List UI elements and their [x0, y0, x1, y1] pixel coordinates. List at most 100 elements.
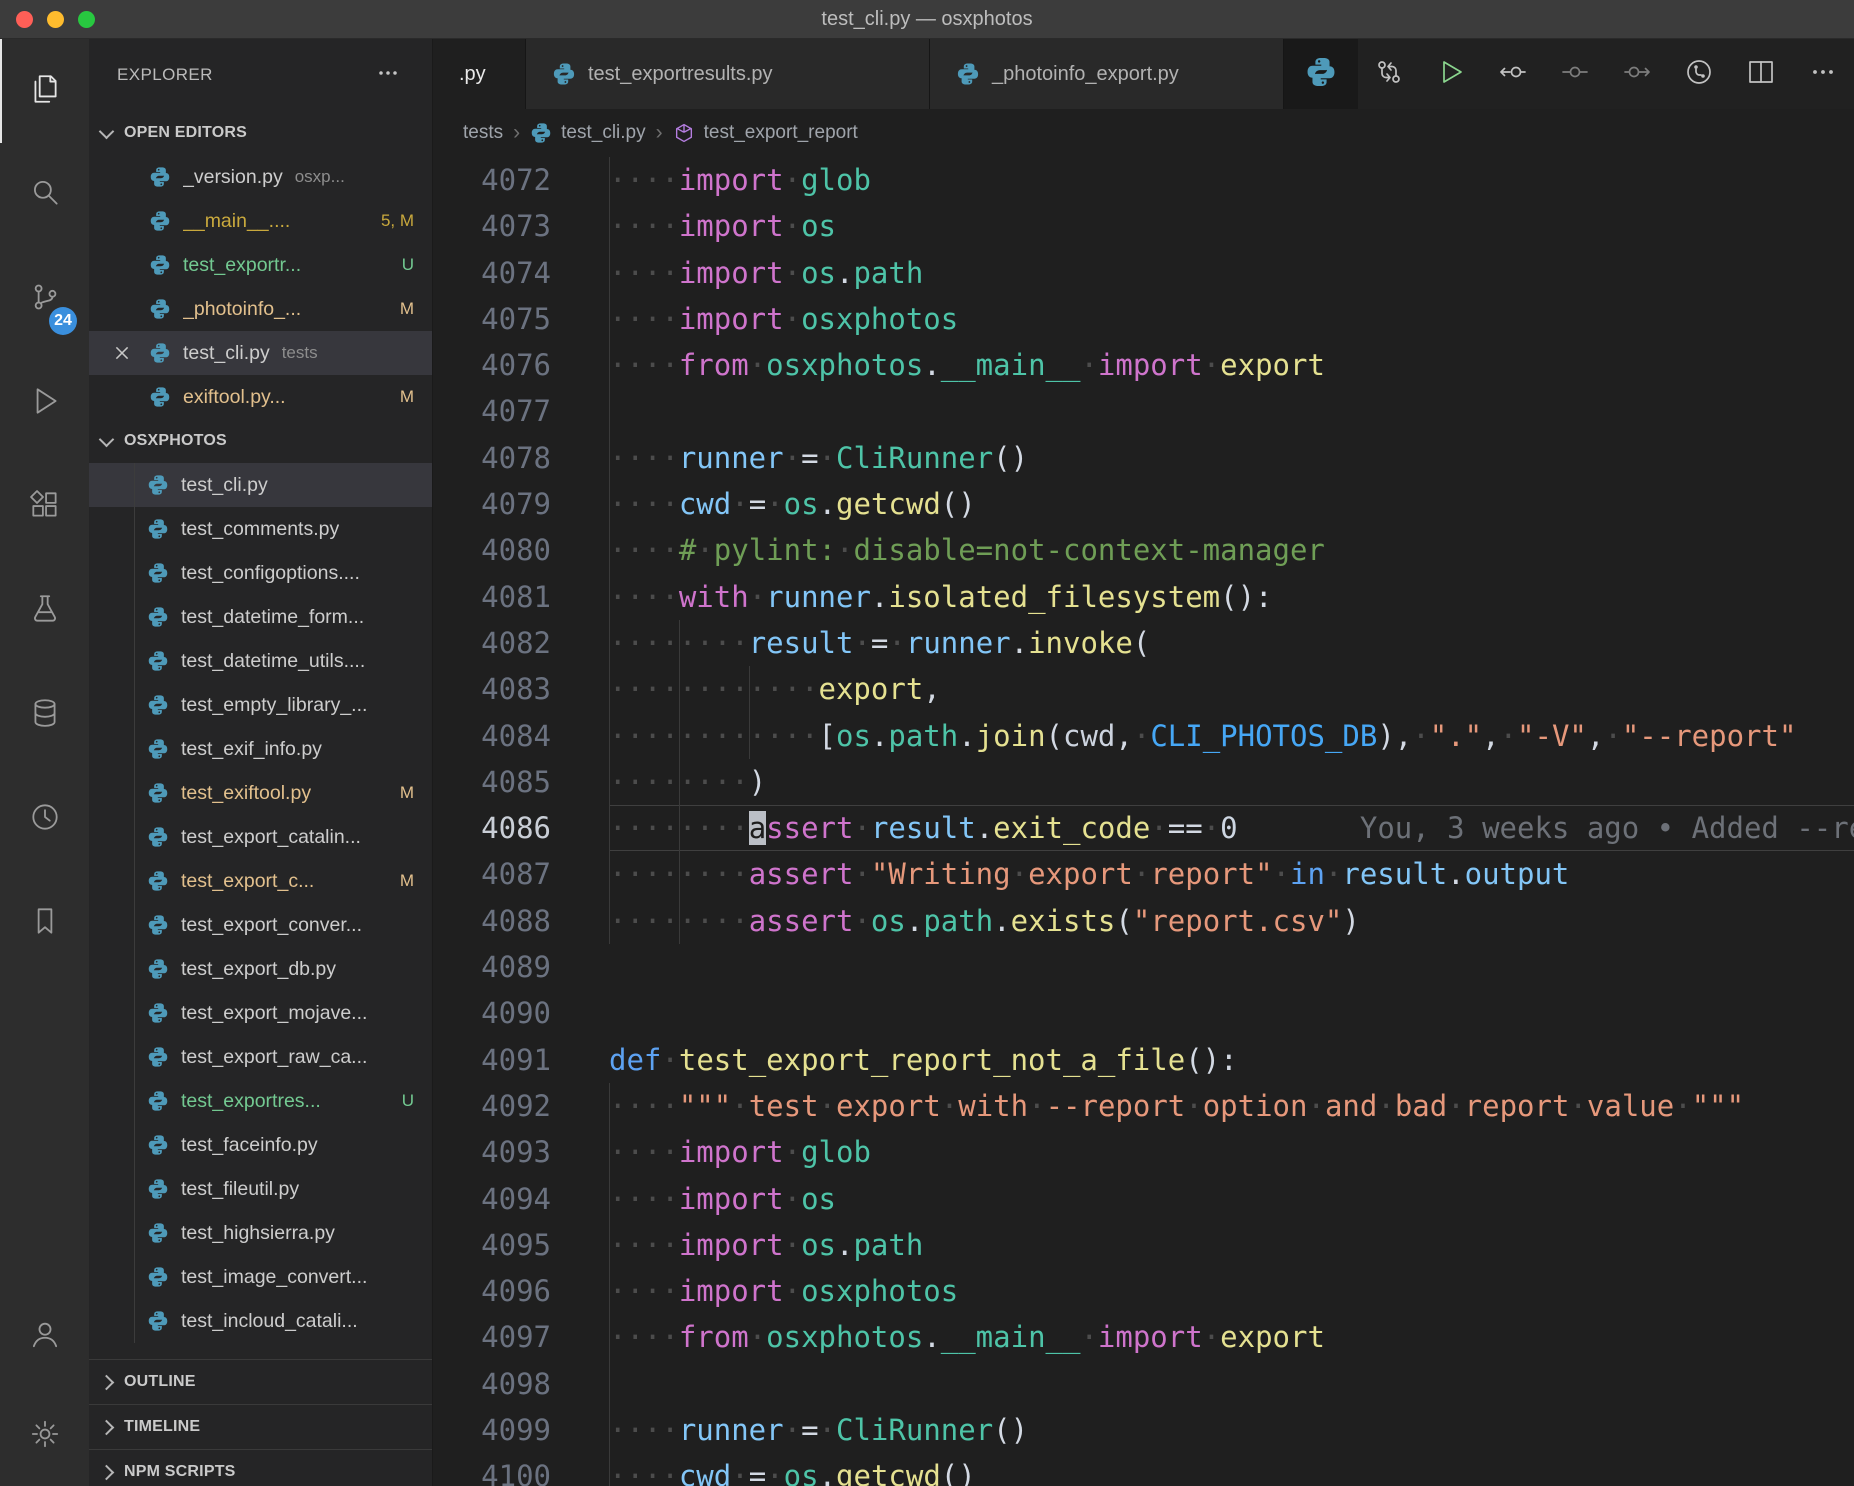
open-changes-button[interactable]	[1358, 39, 1420, 109]
code-line[interactable]: ····with·runner.isolated_filesystem():	[609, 574, 1854, 620]
file-history-button[interactable]	[1668, 39, 1730, 109]
code-line[interactable]: ········assert·"Writing·export·report"·i…	[609, 851, 1854, 897]
activity-extensions-button[interactable]	[0, 455, 89, 559]
code-line[interactable]: ····import·glob	[609, 157, 1854, 203]
tree-item[interactable]: test_configoptions....	[89, 551, 432, 595]
code-line[interactable]: ····from·osxphotos.__main__·import·expor…	[609, 342, 1854, 388]
tab-label: _photoinfo_export.py	[992, 63, 1179, 86]
breadcrumb-item[interactable]: test_export_report	[673, 122, 858, 144]
code-editor[interactable]: 4072····import·glob4073····import·os4074…	[433, 157, 1854, 1486]
tree-item[interactable]: test_export_c...M	[89, 859, 432, 903]
tree-item[interactable]: test_datetime_utils....	[89, 639, 432, 683]
nav-current-button[interactable]	[1544, 39, 1606, 109]
editor-tab[interactable]: test_exportresults.py	[526, 39, 930, 109]
code-line[interactable]: ····import·glob	[609, 1129, 1854, 1175]
tree-item[interactable]: test_comments.py	[89, 507, 432, 551]
code-line[interactable]: ····import·os	[609, 1176, 1854, 1222]
tree-item[interactable]: test_incloud_catali...	[89, 1299, 432, 1343]
nav-back-button[interactable]	[1482, 39, 1544, 109]
code-line[interactable]: ········assert·result.exit_code·==·0You,…	[609, 805, 1854, 851]
activity-history-button[interactable]	[0, 767, 89, 871]
breadcrumb-item[interactable]: tests	[463, 122, 503, 144]
code-line[interactable]: ····runner·=·CliRunner()	[609, 435, 1854, 481]
explorer-icon	[28, 72, 62, 111]
section-header-npm-scripts[interactable]: NPM SCRIPTS	[89, 1449, 432, 1486]
code-line[interactable]: ····from·osxphotos.__main__·import·expor…	[609, 1314, 1854, 1360]
tree-item[interactable]: test_export_conver...	[89, 903, 432, 947]
more-actions-icon[interactable]	[374, 59, 402, 92]
split-editor-button[interactable]	[1730, 39, 1792, 109]
tree-item[interactable]: test_exportres...U	[89, 1079, 432, 1123]
code-line[interactable]: ····#·pylint:·disable=not-context-manage…	[609, 527, 1854, 573]
code-line[interactable]: ········)	[609, 759, 1854, 805]
tree-item[interactable]: test_datetime_form...	[89, 595, 432, 639]
code-line[interactable]: def·test_export_report_not_a_file():	[609, 1037, 1854, 1083]
close-icon[interactable]	[113, 344, 149, 362]
section-header-timeline[interactable]: TIMELINE	[89, 1404, 432, 1449]
nav-forward-button[interactable]	[1606, 39, 1668, 109]
activity-run-debug-button[interactable]	[0, 351, 89, 455]
zoom-window-button[interactable]	[78, 11, 95, 28]
activity-search-button[interactable]	[0, 143, 89, 247]
file-name: test_highsierra.py	[181, 1222, 335, 1245]
whitespace-dots: ····	[609, 1413, 679, 1447]
section-header-open-editors[interactable]: OPEN EDITORS	[89, 111, 432, 155]
section-header-outline[interactable]: OUTLINE	[89, 1359, 432, 1404]
code-line-row: 4099····runner·=·CliRunner()	[433, 1407, 1854, 1453]
code-line[interactable]: ····cwd·=·os.getcwd()	[609, 481, 1854, 527]
code-line[interactable]: ····import·os	[609, 203, 1854, 249]
code-line[interactable]: ····cwd·=·os.getcwd()	[609, 1453, 1854, 1486]
code-line[interactable]: ····import·osxphotos	[609, 1268, 1854, 1314]
code-line[interactable]: ····import·os.path	[609, 1222, 1854, 1268]
open-editor-item[interactable]: test_exportr...U	[89, 243, 432, 287]
close-window-button[interactable]	[16, 11, 33, 28]
open-editor-item[interactable]: _photoinfo_...M	[89, 287, 432, 331]
tree-item[interactable]: test_image_convert...	[89, 1255, 432, 1299]
code-line[interactable]: ····"""·test·export·with·--report·option…	[609, 1083, 1854, 1129]
code-line[interactable]	[609, 1361, 1854, 1407]
tree-item[interactable]: test_export_mojave...	[89, 991, 432, 1035]
editor-tab[interactable]: .py	[433, 39, 526, 109]
code-line[interactable]: ············[os.path.join(cwd,·CLI_PHOTO…	[609, 713, 1854, 759]
breadcrumb-item[interactable]: test_cli.py	[530, 122, 645, 144]
activity-bookmarks-button[interactable]	[0, 871, 89, 975]
code-line[interactable]: ········assert·os.path.exists("report.cs…	[609, 898, 1854, 944]
code-line[interactable]: ········result·=·runner.invoke(	[609, 620, 1854, 666]
open-editor-item[interactable]: _version.pyosxp...	[89, 155, 432, 199]
tree-item[interactable]: test_export_catalin...	[89, 815, 432, 859]
section-header-project[interactable]: OSXPHOTOS	[89, 419, 432, 463]
code-line[interactable]: ············export,	[609, 666, 1854, 712]
more-actions-button[interactable]	[1792, 39, 1854, 109]
tree-item[interactable]: test_cli.py	[89, 463, 432, 507]
run-file-button[interactable]	[1420, 39, 1482, 109]
tree-item[interactable]: test_exif_info.py	[89, 727, 432, 771]
activity-source-control-button[interactable]: 24	[0, 247, 89, 351]
open-editor-item[interactable]: exiftool.py...M	[89, 375, 432, 419]
tree-item[interactable]: test_empty_library_...	[89, 683, 432, 727]
code-line[interactable]	[609, 990, 1854, 1036]
tree-item[interactable]: test_fileutil.py	[89, 1167, 432, 1211]
tree-item[interactable]: test_export_raw_ca...	[89, 1035, 432, 1079]
token: ,	[923, 672, 940, 706]
open-editor-item[interactable]: __main__....5, M	[89, 199, 432, 243]
tree-item[interactable]: test_export_db.py	[89, 947, 432, 991]
activity-account-button[interactable]	[0, 1286, 89, 1386]
code-line[interactable]: ····runner·=·CliRunner()	[609, 1407, 1854, 1453]
tree-item[interactable]: test_highsierra.py	[89, 1211, 432, 1255]
open-editor-item[interactable]: test_cli.pytests	[89, 331, 432, 375]
tree-item[interactable]: test_exiftool.pyM	[89, 771, 432, 815]
minimize-window-button[interactable]	[47, 11, 64, 28]
activity-database-button[interactable]	[0, 663, 89, 767]
activity-testing-button[interactable]	[0, 559, 89, 663]
activity-settings-gear-button[interactable]	[0, 1386, 89, 1486]
code-line[interactable]	[609, 388, 1854, 434]
indent-guide	[609, 1407, 610, 1453]
python-button[interactable]	[1284, 39, 1358, 109]
activity-explorer-button[interactable]	[0, 39, 89, 143]
code-line[interactable]: ····import·os.path	[609, 250, 1854, 296]
code-line-row: 4088········assert·os.path.exists("repor…	[433, 898, 1854, 944]
editor-tab[interactable]: _photoinfo_export.py	[930, 39, 1284, 109]
code-line[interactable]: ····import·osxphotos	[609, 296, 1854, 342]
code-line[interactable]	[609, 944, 1854, 990]
tree-item[interactable]: test_faceinfo.py	[89, 1123, 432, 1167]
